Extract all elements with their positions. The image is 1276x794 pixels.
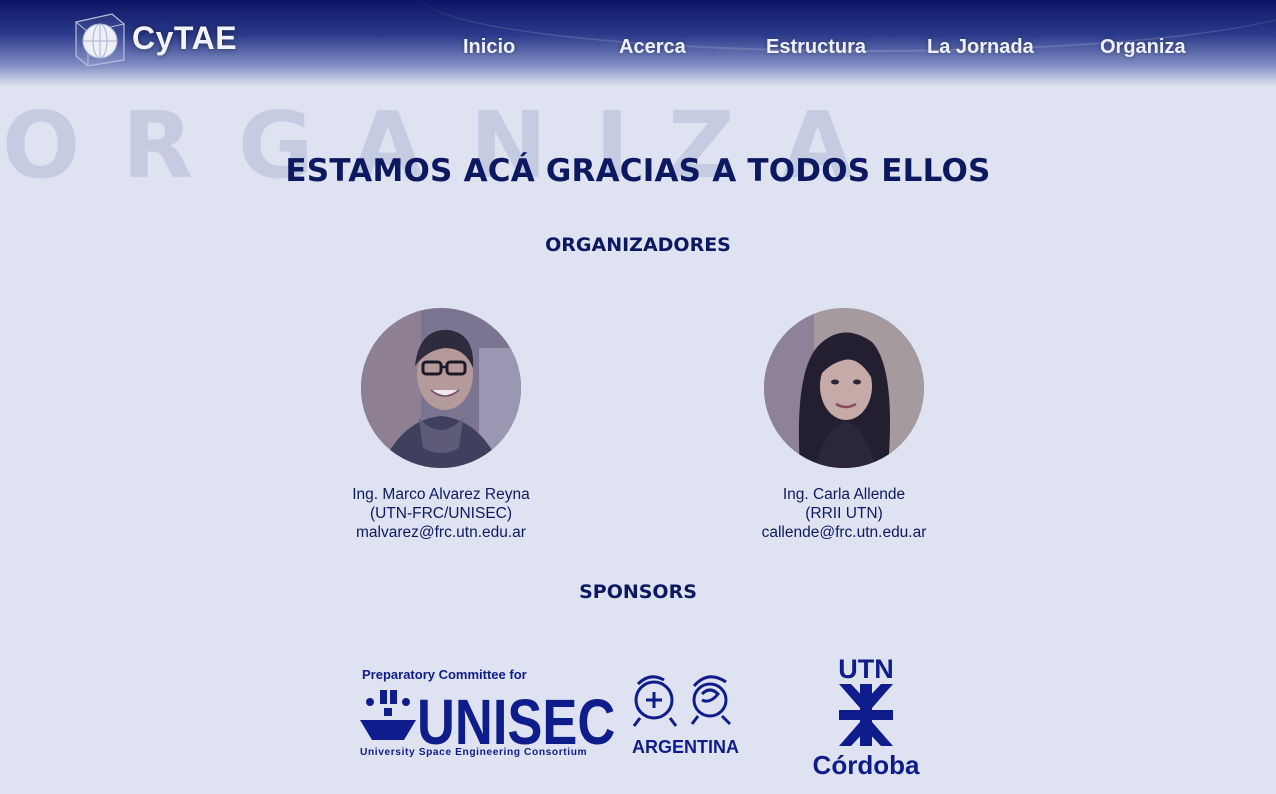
nav-acerca[interactable]: Acerca (619, 36, 686, 59)
main-nav: Inicio Acerca Estructura La Jornada Orga… (0, 36, 1276, 64)
unisec-emblem-icon (360, 690, 416, 740)
unisec-country-text: ARGENTINA (632, 737, 739, 757)
organizers-heading: ORGANIZADORES (545, 234, 731, 256)
unisec-top-text: Preparatory Committee for (362, 667, 527, 682)
organizer-info: Ing. Marco Alvarez Reyna (UTN-FRC/UNISEC… (291, 485, 591, 542)
organizer-name: Ing. Marco Alvarez Reyna (352, 486, 530, 503)
organizer-card: Ing. Carla Allende (RRII UTN) callende@f… (694, 308, 994, 542)
unisec-argentina-logo[interactable]: Preparatory Committee for UNISEC Univers… (358, 664, 740, 764)
organizer-card: Ing. Marco Alvarez Reyna (UTN-FRC/UNISEC… (291, 308, 591, 542)
page-title: ESTAMOS ACÁ GRACIAS A TODOS ELLOS (285, 153, 991, 189)
utn-bottom-text: Córdoba (813, 750, 920, 779)
utn-cordoba-logo[interactable]: UTN Córdoba (808, 654, 928, 779)
organizer-name: Ing. Carla Allende (782, 486, 906, 503)
site-header: CyTAE Inicio Acerca Estructura La Jornad… (0, 0, 1276, 86)
organizer-photo (361, 308, 521, 468)
utn-top-text: UTN (838, 654, 894, 684)
person-photo-icon (361, 308, 521, 468)
organizer-email[interactable]: callende@frc.utn.edu.ar (694, 523, 994, 542)
nav-inicio[interactable]: Inicio (463, 36, 515, 59)
organizer-affiliation: (UTN-FRC/UNISEC) (369, 505, 513, 522)
aboriginal-figures-icon (632, 675, 732, 727)
organizer-info: Ing. Carla Allende (RRII UTN) callende@f… (694, 485, 994, 542)
utn-emblem-icon (839, 684, 893, 746)
nav-estructura[interactable]: Estructura (766, 36, 866, 59)
organizer-email[interactable]: malvarez@frc.utn.edu.ar (291, 523, 591, 542)
nav-organiza[interactable]: Organiza (1100, 36, 1186, 59)
person-photo-icon (764, 308, 924, 468)
organizer-photo (764, 308, 924, 468)
organizer-affiliation: (RRII UTN) (805, 505, 883, 522)
nav-la-jornada[interactable]: La Jornada (927, 36, 1034, 59)
sponsors-heading: SPONSORS (579, 581, 697, 603)
unisec-sub-text: University Space Engineering Consortium (360, 747, 587, 758)
